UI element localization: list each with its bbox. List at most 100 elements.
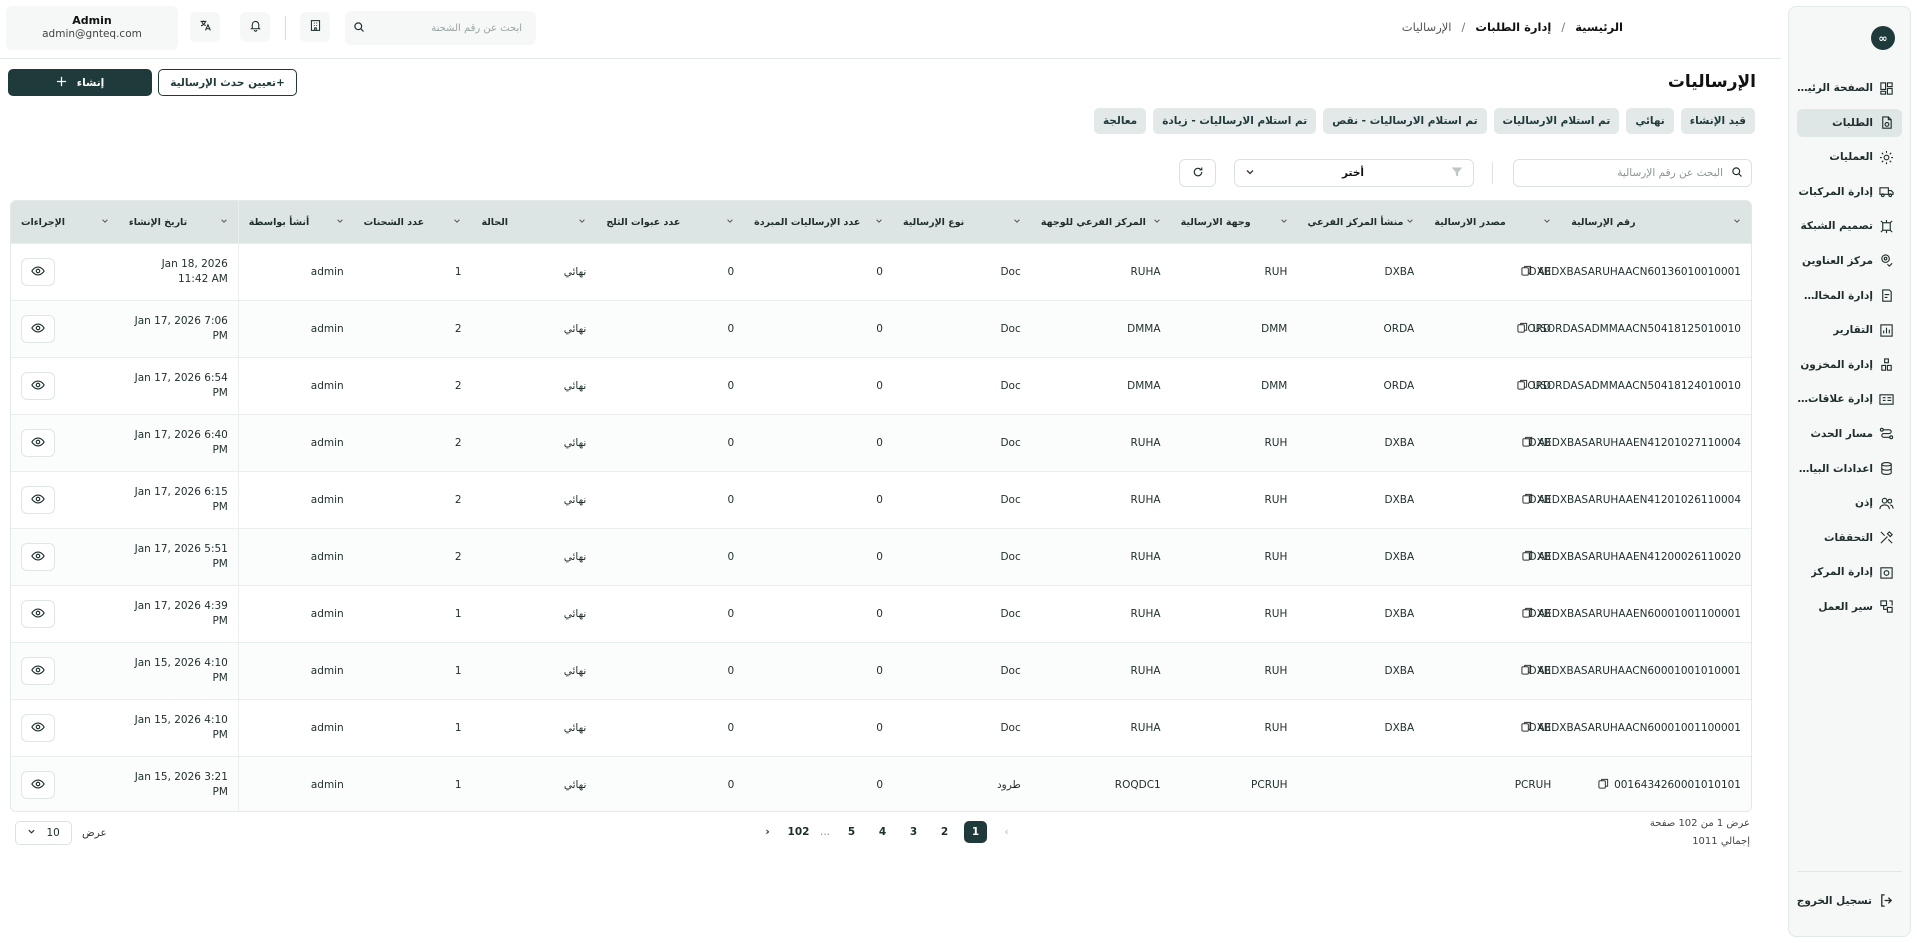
table-cell: admin xyxy=(310,551,344,563)
view-button[interactable] xyxy=(20,600,55,628)
page-button[interactable]: 102 xyxy=(787,821,810,843)
status-tab[interactable]: تم استلام الارساليات - زيادة xyxy=(1153,108,1317,134)
breadcrumb-orders[interactable]: إدارة الطلبات xyxy=(1475,20,1551,34)
status-tab[interactable]: تم استلام الارساليات - نقص xyxy=(1323,108,1487,134)
table-cell: 0 xyxy=(876,665,883,677)
view-button[interactable] xyxy=(20,714,55,742)
refresh-icon xyxy=(1192,166,1204,181)
table-cell: نهائي xyxy=(563,380,587,392)
consignment-search-input[interactable] xyxy=(1522,167,1731,179)
sidebar-item-address[interactable]: مركز العناوين xyxy=(1797,247,1902,275)
column-header[interactable]: نوع الإرسالية xyxy=(893,217,1031,228)
eye-icon xyxy=(31,435,45,452)
table-cell: RUHA xyxy=(1130,665,1161,677)
table-cell: admin xyxy=(310,266,344,278)
filter-select[interactable]: أختر xyxy=(1234,159,1474,187)
table-cell: Jan 15, 2026 3:21 PM xyxy=(119,757,239,811)
table-cell: 2 xyxy=(454,494,462,506)
sidebar-item-operations[interactable]: العمليات xyxy=(1797,143,1902,171)
prev-page-button[interactable]: ‹ xyxy=(995,821,1018,843)
sidebar-item-reports[interactable]: التقارير xyxy=(1797,316,1902,344)
status-tab[interactable]: تم استلام الارساليات xyxy=(1493,108,1620,134)
notifications-button[interactable] xyxy=(240,12,270,42)
view-button[interactable] xyxy=(20,657,55,685)
consignment-number: USORDASADMMAACN50418125010010 xyxy=(1532,323,1741,335)
column-header[interactable]: مصدر الارسالية xyxy=(1424,217,1561,228)
created-date: Jan 17, 2026 6:15 PM xyxy=(134,486,228,513)
view-button[interactable] xyxy=(20,258,55,286)
table-cell: RUHA xyxy=(1130,494,1161,506)
user-card[interactable]: Admin admin@gnteq.com xyxy=(6,6,178,50)
table-row: AEDXBASARUHAACN60001001010001 DXB DXBA RUH R… xyxy=(11,642,1751,699)
sidebar-item-center[interactable]: إدارة المركز xyxy=(1797,558,1902,586)
column-header[interactable]: الإجراءات xyxy=(11,217,119,228)
status-tab[interactable]: معالجة xyxy=(1093,108,1147,134)
column-header[interactable]: وجهة الارسالية xyxy=(1171,217,1298,228)
sidebar-item-users[interactable]: إذن xyxy=(1797,489,1902,517)
language-button[interactable] xyxy=(190,12,220,42)
status-tab[interactable]: قيد الإنشاء xyxy=(1680,108,1755,134)
pagination-ellipsis: ... xyxy=(819,826,830,838)
table-cell: ORDA xyxy=(1383,380,1415,392)
column-header[interactable]: المركز الفرعي للوجهة xyxy=(1031,217,1171,228)
page-button[interactable]: 4 xyxy=(871,821,894,843)
column-header[interactable]: منشأ المركز الفرعي xyxy=(1298,217,1425,228)
view-button[interactable] xyxy=(21,771,56,799)
sidebar-item-label: إذن xyxy=(1855,497,1873,510)
copy-icon[interactable] xyxy=(1598,778,1609,792)
view-button[interactable] xyxy=(20,543,55,571)
sidebar-item-database[interactable]: اعدادات البيانات... xyxy=(1797,455,1902,483)
chevron-down-icon xyxy=(453,217,461,228)
create-button[interactable]: إنشاء xyxy=(8,69,152,96)
created-date: Jan 15, 2026 4:10 PM xyxy=(134,657,228,684)
sidebar-item-label: إدارة المخالفات xyxy=(1797,289,1873,302)
next-page-button[interactable]: › xyxy=(756,821,779,843)
logo[interactable]: ∞ xyxy=(1871,26,1895,50)
sidebar-item-tools[interactable]: التحققات xyxy=(1797,524,1902,552)
table-cell: Doc xyxy=(1000,608,1021,620)
sidebar-item-violation[interactable]: إدارة المخالفات xyxy=(1797,282,1902,310)
sidebar-item-inventory[interactable]: إدارة المخزون xyxy=(1797,351,1902,379)
refresh-button[interactable] xyxy=(1179,159,1216,187)
column-header[interactable]: الحالة xyxy=(471,217,596,228)
created-date: Jan 17, 2026 4:39 PM xyxy=(134,600,228,627)
eye-icon xyxy=(31,264,45,281)
sidebar-item-dashboard[interactable]: الصفحة الرئيسية xyxy=(1797,74,1902,102)
page-button[interactable]: 1 xyxy=(964,821,987,843)
sidebar-item-label: مسار الحدث xyxy=(1810,427,1873,440)
consignment-search[interactable] xyxy=(1513,159,1752,187)
sidebar-item-orders[interactable]: الطلبات xyxy=(1797,108,1902,137)
view-button[interactable] xyxy=(20,429,55,457)
view-button[interactable] xyxy=(20,486,55,514)
view-button[interactable] xyxy=(20,372,55,400)
table-cell: ROQDC1 xyxy=(1114,779,1161,791)
shipment-search-input[interactable] xyxy=(365,22,528,34)
page-button[interactable]: 2 xyxy=(933,821,956,843)
column-header[interactable]: عدد الإرساليات المبردة xyxy=(744,217,893,228)
column-header[interactable]: عدد الشحنات xyxy=(354,217,472,228)
sidebar-item-crm[interactable]: إدارة علاقات العملاء xyxy=(1797,385,1902,413)
column-header[interactable]: رقم الإرسالية xyxy=(1561,217,1751,228)
table-cell: نهائي xyxy=(563,323,587,335)
sidebar-item-truck[interactable]: إدارة المركبات xyxy=(1797,178,1902,206)
shipment-search[interactable] xyxy=(345,11,536,45)
column-header[interactable]: تاريخ الإنشاء xyxy=(119,201,239,243)
table-cell: 0 xyxy=(727,380,735,392)
page-button[interactable]: 5 xyxy=(840,821,863,843)
table-cell: Doc xyxy=(1000,551,1021,563)
table-cell: AEDXBASARUHAAEN60001001100001 xyxy=(1522,607,1751,621)
logout-button[interactable]: تسجيل الخروج xyxy=(1797,893,1894,908)
page-button[interactable]: 3 xyxy=(902,821,925,843)
per-page-select[interactable]: 10 xyxy=(15,821,72,845)
assign-event-button[interactable]: +تعيين حدث الإرسالية xyxy=(158,69,297,96)
table-cell: admin xyxy=(310,665,344,677)
view-button[interactable] xyxy=(20,315,55,343)
status-tab[interactable]: نهائي xyxy=(1626,108,1674,134)
sidebar-item-network[interactable]: تصميم الشبكة xyxy=(1797,212,1902,240)
sidebar-item-workflow[interactable]: سير العمل xyxy=(1797,593,1902,621)
column-header[interactable]: أنشأ بواسطة xyxy=(239,217,354,228)
sidebar-item-route[interactable]: مسار الحدث xyxy=(1797,420,1902,448)
breadcrumb-home[interactable]: الرئيسية xyxy=(1575,20,1623,34)
column-header[interactable]: عدد عبوات الثلج xyxy=(596,217,744,228)
building-button[interactable] xyxy=(300,12,330,42)
